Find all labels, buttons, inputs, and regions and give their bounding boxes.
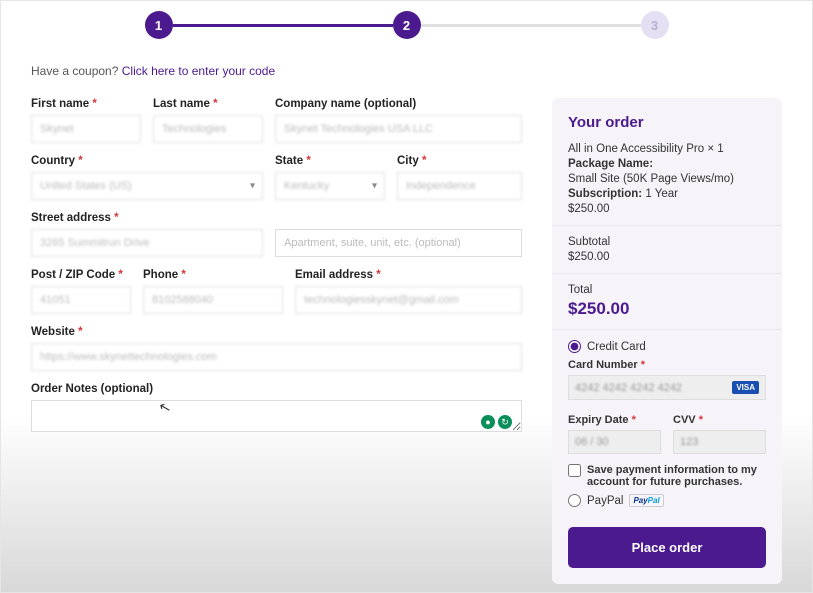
website-input[interactable] [31, 343, 522, 371]
item-price: $250.00 [568, 203, 766, 215]
pkg-value: Small Site (50K Page Views/mo) [568, 173, 766, 185]
first-name-input[interactable] [31, 115, 141, 143]
expiry-label: Expiry Date * [568, 414, 661, 426]
country-label: Country * [31, 155, 263, 167]
city-label: City * [397, 155, 522, 167]
paypal-icon: PayPal [629, 494, 663, 507]
company-input[interactable] [275, 115, 522, 143]
step-2[interactable]: 2 [393, 11, 421, 39]
total-value: $250.00 [568, 299, 766, 319]
refresh-icon[interactable]: ↻ [498, 415, 512, 429]
email-label: Email address * [295, 269, 522, 281]
email-input[interactable] [295, 286, 522, 314]
visa-icon: VISA [732, 381, 759, 394]
last-name-label: Last name * [153, 98, 263, 110]
zip-label: Post / ZIP Code * [31, 269, 131, 281]
state-select[interactable] [275, 172, 385, 200]
zip-input[interactable] [31, 286, 131, 314]
paypal-option[interactable]: PayPal PayPal [568, 494, 766, 507]
cvv-input[interactable]: 123 [673, 430, 766, 454]
phone-label: Phone * [143, 269, 283, 281]
subtotal-label: Subtotal [568, 236, 766, 248]
last-name-input[interactable] [153, 115, 263, 143]
order-title: Your order [568, 114, 766, 131]
save-payment-option[interactable]: Save payment information to my account f… [568, 464, 766, 488]
notes-label: Order Notes (optional) [31, 383, 522, 395]
coupon-link[interactable]: Click here to enter your code [122, 64, 275, 78]
street-input-2[interactable] [275, 229, 522, 257]
sub-label: Subscription: [568, 188, 642, 200]
order-summary: Your order All in One Accessibility Pro … [552, 98, 782, 584]
step-1[interactable]: 1 [145, 11, 173, 39]
credit-card-radio[interactable] [568, 340, 581, 353]
state-label: State * [275, 155, 385, 167]
city-input[interactable] [397, 172, 522, 200]
step-3: 3 [641, 11, 669, 39]
place-order-button[interactable]: Place order [568, 527, 766, 568]
country-select[interactable] [31, 172, 263, 200]
coupon-notice: Have a coupon? Click here to enter your … [31, 64, 782, 78]
expiry-input[interactable]: 06 / 30 [568, 430, 661, 454]
credit-card-option[interactable]: Credit Card [568, 340, 766, 353]
total-label: Total [568, 284, 766, 296]
grammarly-icon[interactable]: ● [481, 415, 495, 429]
website-label: Website * [31, 326, 522, 338]
coupon-prefix: Have a coupon? [31, 64, 122, 78]
company-label: Company name (optional) [275, 98, 522, 110]
billing-form: First name * Last name * Company name (o… [31, 98, 522, 584]
pkg-label: Package Name: [568, 158, 653, 170]
phone-input[interactable] [143, 286, 283, 314]
sub-value: 1 Year [645, 188, 678, 200]
first-name-label: First name * [31, 98, 141, 110]
street-label: Street address * [31, 212, 522, 224]
subtotal-value: $250.00 [568, 251, 766, 263]
checkout-stepper: 1 2 3 [31, 11, 782, 39]
order-item: All in One Accessibility Pro × 1 [568, 143, 766, 155]
save-payment-checkbox[interactable] [568, 464, 581, 477]
card-number-input[interactable]: 4242 4242 4242 4242 VISA [568, 375, 766, 400]
paypal-radio[interactable] [568, 494, 581, 507]
notes-textarea[interactable] [31, 400, 522, 432]
step-bar-2 [421, 24, 641, 27]
cvv-label: CVV * [673, 414, 766, 426]
street-input-1[interactable] [31, 229, 263, 257]
card-number-label: Card Number * [568, 359, 766, 371]
step-bar-1 [173, 24, 393, 27]
